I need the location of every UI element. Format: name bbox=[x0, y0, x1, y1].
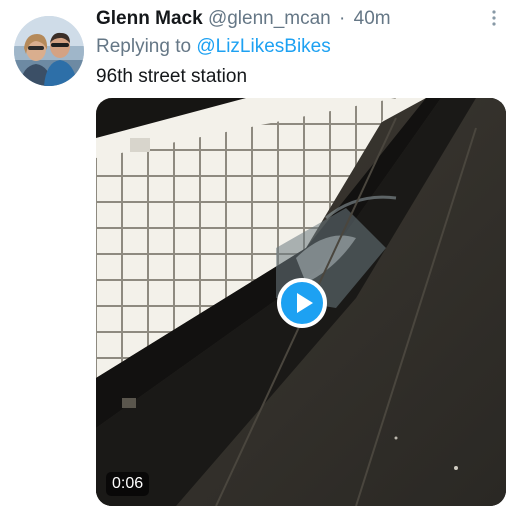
author-avatar[interactable] bbox=[14, 16, 84, 86]
avatar-photo bbox=[14, 16, 84, 86]
author-name[interactable]: Glenn Mack bbox=[96, 8, 203, 29]
tweet-timestamp[interactable]: 40m bbox=[354, 8, 391, 29]
header-separator: · bbox=[339, 8, 346, 29]
reply-prefix: Replying to bbox=[96, 36, 192, 57]
reply-context: Replying to @LizLikesBikes bbox=[96, 34, 331, 60]
tweet-header: Glenn Mack @glenn_mcan · 40m bbox=[96, 6, 391, 32]
more-vertical-icon[interactable] bbox=[484, 8, 504, 28]
tweet: Glenn Mack @glenn_mcan · 40m Replying to… bbox=[0, 0, 520, 520]
tweet-text: 96th street station bbox=[96, 66, 248, 87]
author-handle[interactable]: @glenn_mcan bbox=[208, 8, 331, 29]
video-duration-badge: 0:06 bbox=[106, 472, 150, 496]
play-button[interactable] bbox=[277, 278, 327, 328]
reply-to-link[interactable]: @LizLikesBikes bbox=[196, 36, 330, 57]
play-icon bbox=[281, 282, 323, 324]
video-player[interactable]: 0:06 bbox=[96, 98, 506, 506]
